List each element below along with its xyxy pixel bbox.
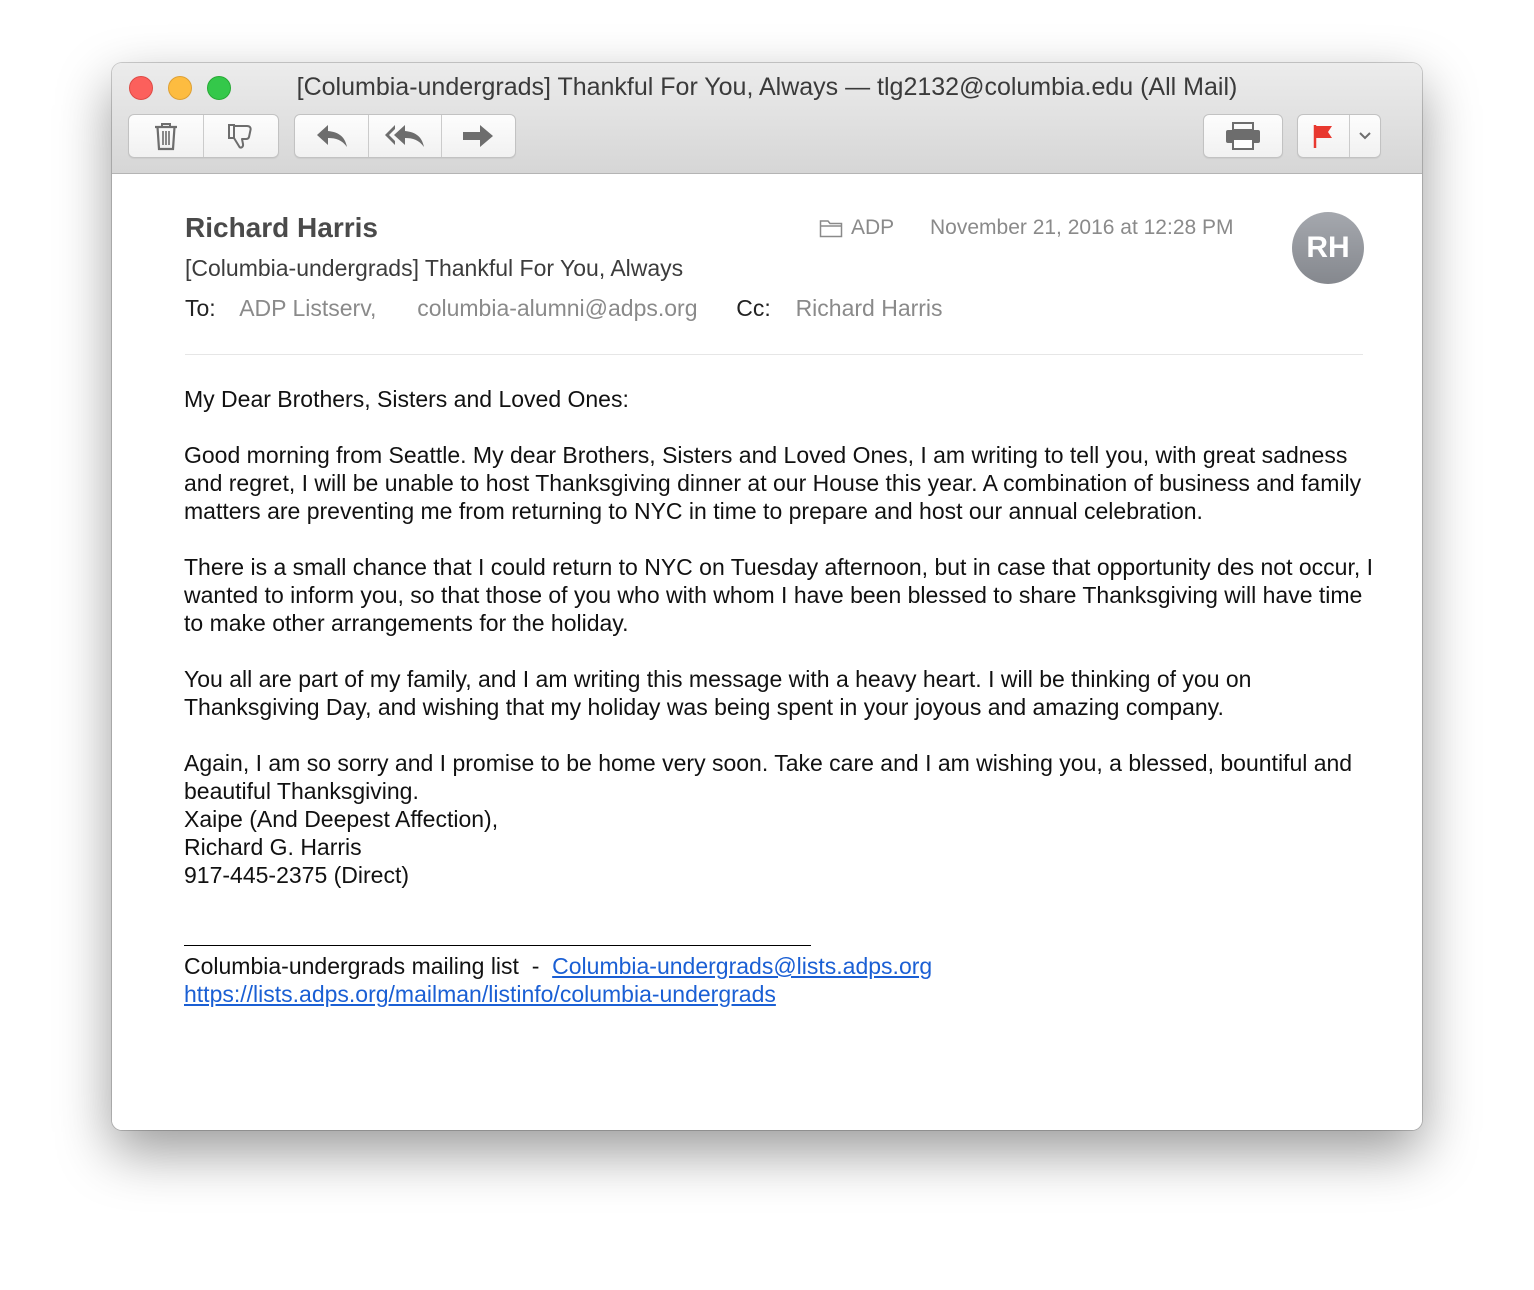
message-body: My Dear Brothers, Sisters and Loved Ones…	[184, 385, 1374, 1008]
mailing-list-line: Columbia-undergrads mailing list - Colum…	[184, 952, 1374, 980]
delete-button[interactable]	[129, 115, 204, 157]
header-divider	[185, 354, 1363, 355]
to-label: To:	[185, 295, 216, 321]
message-date: November 21, 2016 at 12:28 PM	[930, 216, 1234, 239]
mailing-list-label: Columbia-undergrads mailing list -	[184, 953, 553, 979]
to-recipient[interactable]: ADP Listserv,	[239, 295, 376, 321]
body-paragraph: You all are part of my family, and I am …	[184, 666, 1252, 720]
greeting: My Dear Brothers, Sisters and Loved Ones…	[184, 386, 629, 412]
print-button[interactable]	[1204, 115, 1282, 157]
recipients-line: To: ADP Listserv, columbia-alumni@adps.o…	[185, 295, 943, 322]
junk-thumbs-down-icon	[228, 124, 252, 149]
footer-rule	[184, 945, 811, 946]
folder-icon	[819, 220, 843, 238]
cc-label: Cc:	[736, 295, 771, 321]
mailbox-indicator[interactable]: ADP	[819, 216, 894, 240]
forward-icon	[463, 125, 494, 147]
body-paragraph: Again, I am so sorry and I promise to be…	[184, 750, 1353, 804]
chevron-down-icon	[1359, 132, 1371, 140]
reply-icon	[316, 125, 347, 147]
mailing-list-email-link[interactable]: Columbia-undergrads@lists.adps.org	[552, 953, 932, 979]
flag-group	[1297, 114, 1381, 158]
closing-line: Xaipe (And Deepest Affection),	[184, 806, 499, 832]
mail-window: [Columbia-undergrads] Thankful For You, …	[112, 63, 1422, 1130]
flag-icon	[1314, 125, 1333, 148]
flag-button[interactable]	[1298, 115, 1350, 157]
print-icon	[1226, 122, 1260, 150]
delete-junk-group	[128, 114, 279, 158]
reply-all-icon	[385, 125, 424, 147]
body-paragraph: There is a small chance that I could ret…	[184, 554, 1374, 636]
message-viewer: Richard Harris [Columbia-undergrads] Tha…	[112, 174, 1422, 1130]
to-recipient[interactable]: columbia-alumni@adps.org	[417, 295, 697, 321]
avatar: RH	[1292, 212, 1364, 284]
window-title: [Columbia-undergrads] Thankful For You, …	[296, 73, 1238, 101]
mailbox-name: ADP	[851, 216, 895, 239]
trash-icon	[155, 123, 177, 151]
mailing-list-url-link[interactable]: https://lists.adps.org/mailman/listinfo/…	[184, 980, 1374, 1008]
forward-button[interactable]	[442, 115, 515, 157]
signature-name: Richard G. Harris	[184, 834, 362, 860]
reply-group	[294, 114, 516, 158]
cc-recipient[interactable]: Richard Harris	[796, 295, 943, 321]
reply-button[interactable]	[295, 115, 370, 157]
message-subject: [Columbia-undergrads] Thankful For You, …	[185, 255, 684, 281]
reply-all-button[interactable]	[369, 115, 442, 157]
signature-phone: 917-445-2375 (Direct)	[184, 862, 410, 888]
junk-button[interactable]	[204, 115, 278, 157]
title-bar: [Columbia-undergrads] Thankful For You, …	[112, 63, 1422, 174]
flag-menu-button[interactable]	[1350, 115, 1380, 157]
body-paragraph: Good morning from Seattle. My dear Broth…	[184, 442, 1362, 524]
sender-name[interactable]: Richard Harris	[185, 212, 378, 244]
print-group	[1203, 114, 1283, 158]
